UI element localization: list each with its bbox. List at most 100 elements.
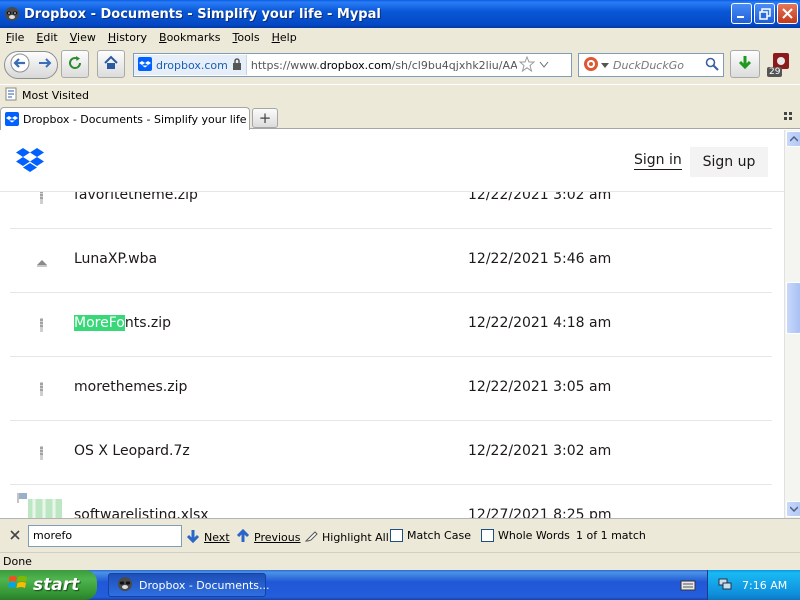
search-icon[interactable] — [705, 57, 719, 74]
page-content: Sign in Sign up favoritetheme.zip 12/22/… — [0, 130, 784, 518]
maximize-button[interactable] — [754, 3, 775, 24]
vertical-scrollbar[interactable] — [784, 130, 800, 518]
dropbox-header: Sign in Sign up — [0, 130, 784, 192]
duckduckgo-icon[interactable] — [583, 56, 599, 75]
downloads-button[interactable] — [730, 50, 760, 78]
forward-arrow-icon — [37, 55, 53, 74]
highlighter-icon — [304, 529, 318, 546]
tab-list-icon[interactable] — [784, 111, 794, 124]
menu-view[interactable]: View — [64, 31, 102, 44]
close-button[interactable] — [777, 3, 798, 24]
checkbox-unchecked[interactable] — [481, 529, 494, 542]
new-tab-button[interactable]: + — [252, 108, 278, 128]
forward-button[interactable] — [34, 50, 56, 78]
url-dropdown-icon[interactable] — [539, 59, 549, 72]
file-row[interactable]: morethemes.zip 12/22/2021 3:05 am — [10, 357, 772, 421]
file-name[interactable]: softwarelisting.xlsx — [74, 507, 209, 518]
menu-bookmarks[interactable]: Bookmarks — [153, 31, 226, 44]
addon-button[interactable]: 29 — [764, 50, 794, 78]
dropbox-logo-icon[interactable] — [16, 147, 44, 176]
checkbox-unchecked[interactable] — [390, 529, 403, 542]
file-name[interactable]: morethemes.zip — [74, 379, 187, 395]
site-identity-button[interactable]: dropbox.com — [134, 55, 247, 75]
home-icon — [103, 55, 119, 74]
url-text[interactable]: https://www.dropbox.com/sh/cl9bu4qjxhk2l… — [247, 59, 517, 72]
taskbar-window-label: Dropbox - Documents... — [139, 578, 270, 592]
file-row[interactable]: MoreFonts.zip 12/22/2021 4:18 am — [10, 293, 772, 357]
find-input[interactable]: morefo — [28, 525, 182, 547]
search-bar[interactable]: DuckDuckGo — [578, 53, 724, 77]
plus-icon: + — [258, 109, 272, 127]
status-text: Done — [3, 555, 32, 568]
file-row[interactable]: LunaXP.wba 12/22/2021 5:46 am — [10, 229, 772, 293]
spreadsheet-icon — [14, 491, 62, 518]
title-bar: Dropbox - Documents - Simplify your life… — [0, 0, 800, 28]
file-date: 12/22/2021 5:46 am — [468, 251, 612, 267]
engine-dropdown-icon[interactable] — [601, 59, 609, 72]
bookmark-star-icon[interactable] — [518, 55, 536, 75]
menu-help[interactable]: Help — [266, 31, 303, 44]
find-previous-button[interactable]: Previous — [236, 528, 301, 546]
scroll-up-button[interactable] — [786, 131, 800, 147]
status-bar: Done — [0, 552, 800, 570]
keyboard-icon[interactable] — [680, 578, 696, 595]
find-next-button[interactable]: Next — [186, 529, 230, 546]
bookmarks-toolbar: Most Visited — [0, 85, 800, 105]
addon-shield-icon: 29 — [766, 52, 792, 77]
tab-label: Dropbox - Documents - Simplify your life — [23, 112, 247, 126]
site-identity-label: dropbox.com — [156, 58, 228, 72]
whole-words-checkbox[interactable]: Whole Words — [481, 529, 570, 542]
scroll-thumb[interactable] — [786, 282, 800, 334]
highlight-all-button[interactable]: Highlight All — [304, 529, 389, 546]
file-date: 12/22/2021 3:05 am — [468, 379, 612, 395]
back-button[interactable] — [6, 50, 34, 78]
clock[interactable]: 7:16 AM — [742, 579, 787, 592]
home-button[interactable] — [97, 50, 125, 78]
start-label: start — [33, 575, 80, 595]
tab-dropbox-documents[interactable]: Dropbox - Documents - Simplify your life — [0, 107, 250, 130]
menu-tools[interactable]: Tools — [226, 31, 265, 44]
lock-icon — [232, 57, 242, 73]
url-bar[interactable]: dropbox.com https://www.dropbox.com/sh/c… — [133, 53, 572, 77]
most-visited-bookmark[interactable]: Most Visited — [0, 87, 89, 104]
file-name[interactable]: LunaXP.wba — [74, 251, 157, 267]
file-name[interactable]: MoreFonts.zip — [74, 315, 171, 331]
sign-in-link[interactable]: Sign in — [634, 152, 682, 170]
download-arrow-icon — [737, 55, 753, 74]
taskbar-window-button[interactable]: Dropbox - Documents... — [108, 573, 270, 597]
file-name[interactable]: OS X Leopard.7z — [74, 443, 190, 459]
match-case-checkbox[interactable]: Match Case — [390, 529, 471, 542]
file-row[interactable]: softwarelisting.xlsx 12/27/2021 8:25 pm — [10, 485, 772, 518]
addon-badge: 29 — [767, 67, 783, 77]
scroll-down-button[interactable] — [786, 501, 800, 517]
mypal-raccoon-icon — [4, 6, 20, 22]
minimize-button[interactable] — [731, 3, 752, 24]
sign-up-button[interactable]: Sign up — [690, 147, 768, 177]
system-tray: 7:16 AM — [707, 570, 800, 600]
tab-strip: Dropbox - Documents - Simplify your life… — [0, 105, 800, 130]
network-icon[interactable] — [718, 577, 732, 594]
menu-file[interactable]: File — [0, 31, 30, 44]
file-date: 12/22/2021 3:02 am — [468, 443, 612, 459]
reload-icon — [67, 55, 83, 74]
find-result-count: 1 of 1 match — [576, 529, 646, 542]
menu-edit[interactable]: Edit — [30, 31, 63, 44]
reload-button[interactable] — [61, 50, 89, 78]
window-title: Dropbox - Documents - Simplify your life… — [24, 6, 381, 22]
find-match-highlight: MoreFo — [74, 315, 125, 331]
file-icon — [34, 253, 50, 269]
zip-file-icon — [34, 381, 50, 397]
menu-history[interactable]: History — [102, 31, 153, 44]
close-find-bar-icon[interactable] — [10, 530, 20, 543]
file-row[interactable]: OS X Leopard.7z 12/22/2021 3:02 am — [10, 421, 772, 485]
search-placeholder: DuckDuckGo — [613, 58, 684, 72]
start-button[interactable]: start — [0, 570, 97, 600]
down-arrow-icon — [186, 529, 200, 546]
page-icon — [4, 87, 18, 104]
menu-bar: File Edit View History Bookmarks Tools H… — [0, 28, 800, 46]
taskbar: start Dropbox - Documents... 7:16 AM — [0, 570, 800, 600]
find-bar: morefo Next Previous Highlight All Match… — [0, 518, 800, 552]
mypal-raccoon-icon — [117, 576, 133, 595]
back-arrow-icon — [10, 53, 30, 76]
up-arrow-icon — [236, 528, 250, 546]
